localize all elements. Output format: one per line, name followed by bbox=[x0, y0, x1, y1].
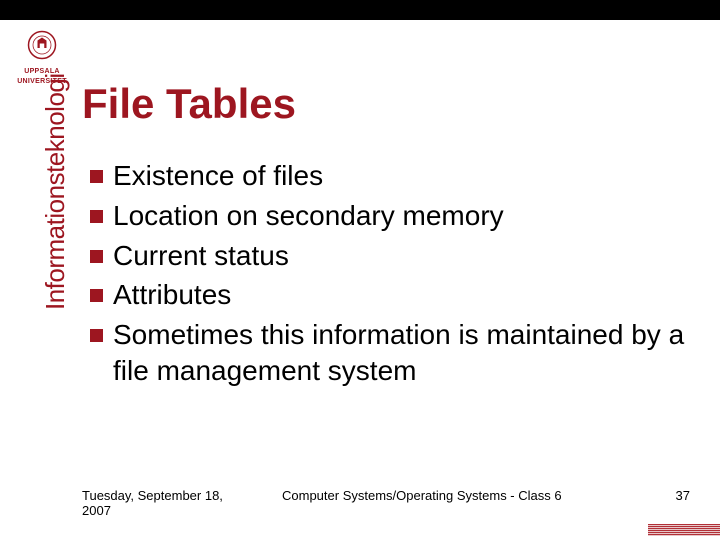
bullet-text: Existence of files bbox=[113, 158, 690, 194]
bullet-text: Location on secondary memory bbox=[113, 198, 690, 234]
bullet-text: Attributes bbox=[113, 277, 690, 313]
footer-page-number: 37 bbox=[650, 488, 690, 518]
list-item: Current status bbox=[90, 238, 690, 274]
decorative-stripes bbox=[648, 524, 720, 536]
bullet-text: Current status bbox=[113, 238, 690, 274]
bullet-icon bbox=[90, 250, 103, 263]
bullet-icon bbox=[90, 289, 103, 302]
footer-date: Tuesday, September 18, 2007 bbox=[82, 488, 252, 518]
bullet-icon bbox=[90, 329, 103, 342]
sidebar-label: Informationsteknologi bbox=[40, 73, 71, 310]
bullet-icon bbox=[90, 170, 103, 183]
footer: Tuesday, September 18, 2007 Computer Sys… bbox=[82, 488, 690, 518]
bullet-text: Sometimes this information is maintained… bbox=[113, 317, 690, 389]
slide: UPPSALA UNIVERSITET File Tables Informat… bbox=[0, 0, 720, 540]
seal-icon bbox=[27, 30, 57, 60]
list-item: Attributes bbox=[90, 277, 690, 313]
top-bar bbox=[0, 0, 720, 20]
list-item: Existence of files bbox=[90, 158, 690, 194]
list-item: Sometimes this information is maintained… bbox=[90, 317, 690, 389]
bullet-icon bbox=[90, 210, 103, 223]
footer-center: Computer Systems/Operating Systems - Cla… bbox=[252, 488, 650, 518]
list-item: Location on secondary memory bbox=[90, 198, 690, 234]
slide-title: File Tables bbox=[82, 80, 296, 128]
bullet-list: Existence of files Location on secondary… bbox=[90, 158, 690, 393]
